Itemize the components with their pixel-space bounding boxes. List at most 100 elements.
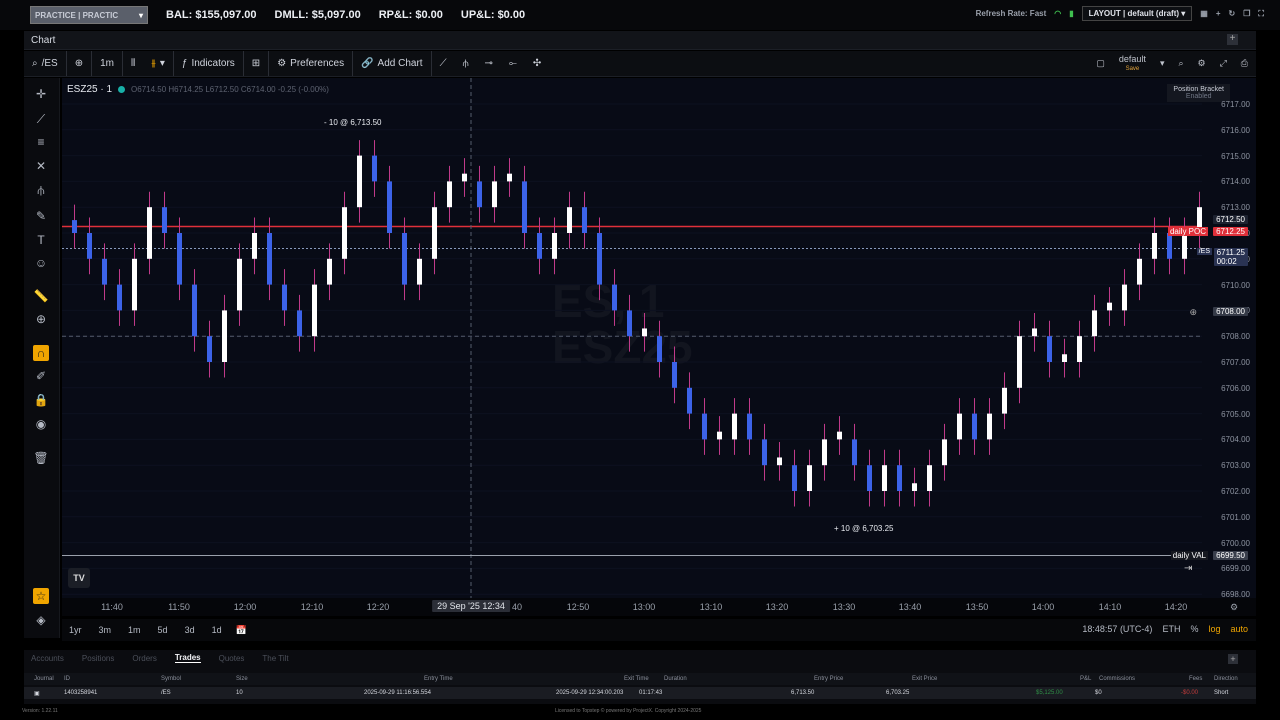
column-header[interactable]: P&L [1080, 676, 1091, 682]
range-1yr[interactable]: 1yr [69, 625, 82, 635]
zoom-in-icon[interactable]: ⊕ [33, 311, 49, 327]
add-alert-icon[interactable]: ⊕ [1189, 307, 1197, 318]
tab-orders[interactable]: Orders [132, 654, 156, 663]
bar-style-button[interactable]: ⫴ [123, 51, 143, 76]
grid-icon[interactable]: ▦ [1200, 9, 1208, 18]
fullscreen-icon[interactable]: ⛶ [1258, 9, 1264, 19]
crosshair-icon[interactable]: ✛ [33, 86, 49, 102]
square-icon[interactable]: ▢ [1096, 58, 1105, 69]
template-select[interactable]: default Save [1119, 54, 1146, 73]
tab-quotes[interactable]: Quotes [219, 654, 245, 663]
candle-body [792, 465, 797, 491]
tab-the-tilt[interactable]: The Tilt [262, 654, 288, 663]
candle-body [147, 207, 152, 259]
ruler-icon[interactable]: 📏 [33, 288, 49, 304]
zoom-icon[interactable]: ⌕ [1178, 58, 1183, 69]
eye-icon[interactable]: ◉ [33, 416, 49, 432]
session-button[interactable]: ETH [1162, 624, 1180, 634]
hline-tool[interactable]: ⊸ [477, 51, 501, 76]
column-header[interactable]: Entry Price [814, 676, 843, 682]
emoji-icon[interactable]: ☺ [33, 255, 49, 271]
star-icon[interactable]: ☆ [33, 588, 49, 604]
column-header[interactable]: Exit Price [912, 676, 937, 682]
add-tab-icon[interactable]: + [1227, 34, 1238, 45]
refresh-icon[interactable]: ↻ [1229, 9, 1236, 18]
tab-trades[interactable]: Trades [174, 653, 201, 663]
pattern-icon[interactable]: ✕ [33, 158, 49, 174]
candle-body [1077, 336, 1082, 362]
range-5d[interactable]: 5d [158, 625, 168, 635]
price-tick: 6707.00 [1221, 358, 1250, 367]
column-header[interactable]: Journal [34, 676, 54, 682]
range-1d[interactable]: 1d [212, 625, 222, 635]
column-header[interactable]: Fees [1189, 676, 1202, 682]
compare-button[interactable]: ⊕ [67, 51, 93, 76]
auto-button[interactable]: auto [1230, 624, 1248, 634]
layers-icon[interactable]: ◈ [33, 612, 49, 628]
column-header[interactable]: Duration [664, 676, 687, 682]
range-3d[interactable]: 3d [185, 625, 195, 635]
lines-icon[interactable]: ≡ [33, 134, 49, 150]
gear-icon[interactable]: ⚙ [1230, 602, 1238, 613]
log-button[interactable]: log [1208, 624, 1220, 634]
camera-icon[interactable]: ⎙ [1241, 58, 1248, 69]
column-header[interactable]: Size [236, 676, 248, 682]
text-icon[interactable]: T [33, 232, 49, 248]
trendline-icon[interactable]: ⟋ [33, 111, 49, 127]
layout-select[interactable]: LAYOUT | default (draft) ▾ [1081, 6, 1193, 21]
restore-icon[interactable]: ❐ [1243, 9, 1250, 18]
settings-icon[interactable]: ⚙ [1198, 58, 1206, 69]
ray-tool[interactable]: ⟜ [501, 51, 525, 76]
lock-icon[interactable]: 🔒 [33, 392, 49, 408]
unrealized-pnl: UP&L: $0.00 [460, 9, 526, 21]
percent-button[interactable]: % [1190, 624, 1198, 634]
candle-body [177, 233, 182, 285]
bars-icon: ⫴ [131, 58, 136, 69]
brush-icon[interactable]: ✎ [33, 208, 49, 224]
expand-icon[interactable]: ⤢ [1220, 58, 1227, 69]
candle-body [417, 258, 422, 285]
column-header[interactable]: Commissions [1099, 676, 1135, 682]
time-axis[interactable]: 11:40 11:50 12:00 12:10 12:20 40 12:50 13:00 13:… [62, 598, 1256, 616]
tab-chart[interactable]: Chart [31, 35, 55, 46]
column-header[interactable]: Direction [1214, 676, 1238, 682]
fib-tool[interactable]: ⫛ [455, 51, 477, 76]
crosshair-icon: ✣ [532, 58, 542, 69]
range-3m[interactable]: 3m [99, 625, 112, 635]
add-chart-button[interactable]: 🔗 Add Chart [353, 51, 432, 76]
plus-icon[interactable]: + [1216, 9, 1221, 18]
tab-accounts[interactable]: Accounts [31, 654, 64, 663]
calendar-icon[interactable]: 📅 [236, 625, 247, 636]
add-panel-icon[interactable]: + [1228, 654, 1238, 664]
scroll-right-icon[interactable]: ⇥ [1184, 563, 1192, 574]
drawing-toolbar: ✛ ⟋ ≡ ✕ ⫛ ✎ T ☺ 📏 ⊕ ∩ ✐ 🔒 ◉ 🗑 ☆ ◈ [24, 78, 60, 638]
column-header[interactable]: ID [64, 676, 70, 682]
table-row[interactable]: ▣ 1403258941 /ES 10 2025-09-29 11:16:56.… [24, 687, 1256, 699]
price-axis[interactable]: 6717.00 6716.00 6715.00 6714.00 6713.00 6712.… [1206, 78, 1256, 598]
column-header[interactable]: Entry Time [424, 676, 453, 682]
templates-button[interactable]: ⊞ [244, 51, 270, 76]
journal-icon[interactable]: ▣ [34, 690, 40, 697]
column-header[interactable]: Symbol [161, 676, 181, 682]
trash-icon[interactable]: 🗑 [33, 450, 49, 466]
candle-body [1047, 336, 1052, 362]
candle-body [402, 233, 407, 285]
chart-plot[interactable]: ES, 1 ESZ25 ESZ25 · 1 O6714.50 H6714.25 L… [62, 78, 1256, 598]
fork-icon[interactable]: ⫛ [33, 182, 49, 198]
tab-positions[interactable]: Positions [82, 654, 114, 663]
range-1m[interactable]: 1m [128, 625, 141, 635]
tradingview-logo[interactable]: TV [68, 568, 90, 588]
symbol-search[interactable]: ⌕/ES [24, 51, 67, 76]
magnet-icon[interactable]: ∩ [33, 345, 49, 361]
interval-button[interactable]: 1m [92, 51, 124, 76]
account-selector[interactable]: PRACTICE | PRACTIC ▾ [30, 6, 148, 24]
candle-style-button[interactable]: ⫵ ▾ [143, 51, 174, 76]
indicators-button[interactable]: ƒ Indicators [174, 51, 244, 76]
refresh-rate: Refresh Rate: Fast [975, 9, 1047, 18]
crosshair-tool[interactable]: ✣ [525, 51, 549, 76]
column-header[interactable]: Exit Time [624, 676, 649, 682]
preferences-button[interactable]: ⚙ Preferences [269, 51, 354, 76]
candle-body [942, 439, 947, 466]
trendline-tool[interactable]: ⟋ [432, 51, 455, 76]
pencil-lock-icon[interactable]: ✐ [33, 368, 49, 384]
